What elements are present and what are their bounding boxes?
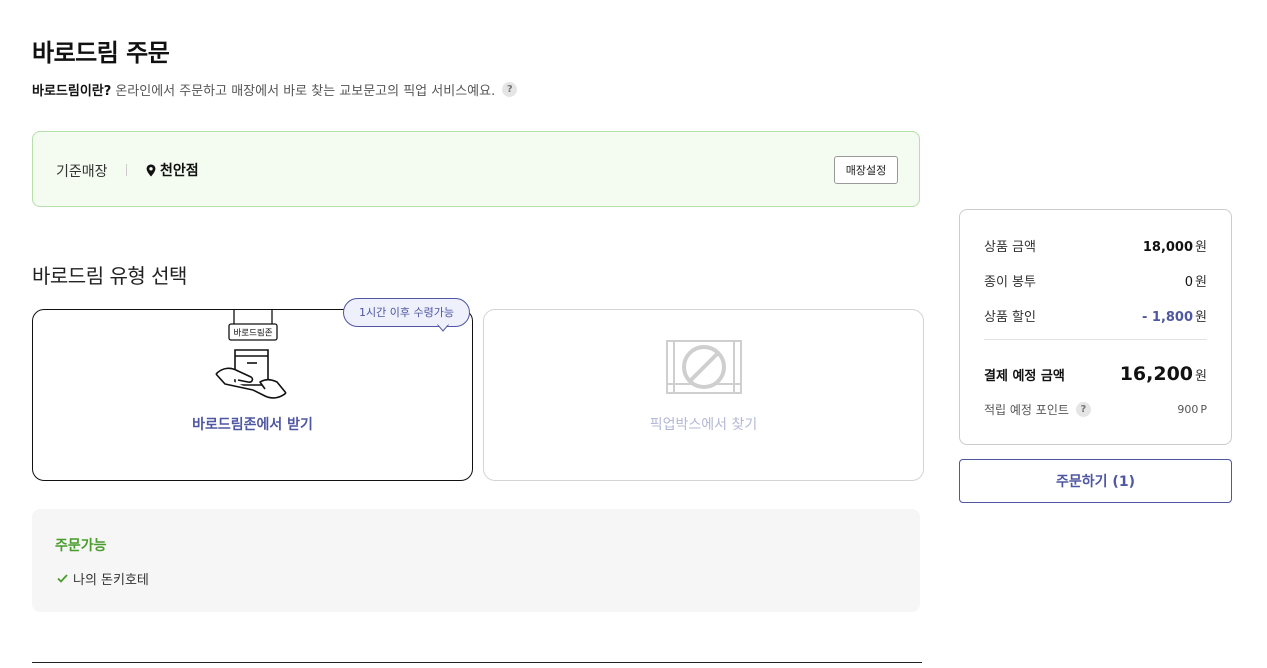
currency-unit: 원 — [1195, 275, 1207, 290]
order-button[interactable]: 주문하기 (1) — [959, 459, 1232, 503]
barodream-intro: 바로드림이란? 온라인에서 주문하고 매장에서 바로 찾는 교보문고의 픽업 서… — [32, 80, 518, 99]
pickup-option-barodream-zone[interactable]: 바로드림존 바로드림존에서 받기 — [32, 309, 473, 481]
product-amount: 18,000 — [1142, 240, 1194, 255]
summary-row-points: 적립 예정 포인트 ? 900 P — [984, 401, 1207, 418]
option-label: 바로드림존에서 받기 — [192, 417, 313, 433]
total-amount: 16,200 — [1119, 363, 1194, 385]
barodream-zone-icon: 바로드림존 — [215, 310, 287, 399]
store-name-text: 천안점 — [160, 163, 199, 179]
intro-bold: 바로드림이란? — [32, 84, 112, 99]
summary-label: 적립 예정 포인트 — [984, 403, 1069, 417]
summary-row-total: 결제 예정 금액 16,200 원 — [984, 363, 1207, 385]
section-divider — [32, 662, 922, 663]
store-label: 기준매장 — [56, 164, 108, 180]
currency-unit: 원 — [1195, 310, 1207, 325]
pickup-option-pickup-box[interactable]: 픽업박스에서 찾기 — [483, 309, 924, 481]
pickup-box-disabled-icon — [666, 340, 742, 394]
list-item: 나의 돈키호테 — [57, 569, 149, 588]
reference-store-box: 기준매장 천안점 매장설정 — [32, 131, 920, 207]
available-book-title: 나의 돈키호테 — [73, 573, 149, 588]
pickup-type-title: 바로드림 유형 선택 — [32, 264, 187, 288]
summary-row-discount: 상품 할인 - 1,800 원 — [984, 306, 1207, 325]
store-settings-button[interactable]: 매장설정 — [834, 156, 898, 184]
bag-amount: 0 — [1184, 275, 1194, 290]
store-divider — [126, 164, 127, 176]
check-icon — [57, 574, 68, 583]
summary-divider — [984, 339, 1207, 340]
discount-amount: - 1,800 — [1141, 310, 1194, 325]
summary-row-product-amount: 상품 금액 18,000 원 — [984, 236, 1207, 255]
pickup-time-tooltip: 1시간 이후 수령가능 — [343, 298, 470, 327]
store-name: 천안점 — [146, 160, 199, 180]
option-label: 픽업박스에서 찾기 — [649, 417, 758, 433]
page-title: 바로드림 주문 — [32, 39, 170, 67]
order-summary: 상품 금액 18,000 원 종이 봉투 0원 상품 할인 - 1,800 원 결제… — [959, 209, 1232, 445]
summary-label: 종이 봉투 — [984, 275, 1036, 290]
summary-label: 상품 할인 — [984, 310, 1036, 325]
points-amount: 900 — [1177, 403, 1199, 416]
zone-sign-text: 바로드림존 — [233, 328, 272, 339]
help-icon[interactable]: ? — [502, 82, 518, 97]
summary-label: 상품 금액 — [984, 240, 1036, 255]
location-pin-icon — [146, 164, 156, 176]
help-icon[interactable]: ? — [1075, 402, 1091, 417]
availability-title: 주문가능 — [55, 538, 107, 554]
summary-row-paper-bag: 종이 봉투 0원 — [984, 271, 1207, 290]
tooltip-tail — [437, 324, 449, 332]
currency-unit: 원 — [1195, 240, 1207, 255]
currency-unit: 원 — [1195, 369, 1207, 384]
availability-box: 주문가능 나의 돈키호테 — [32, 509, 920, 612]
intro-text: 온라인에서 주문하고 매장에서 바로 찾는 교보문고의 픽업 서비스예요. — [115, 84, 496, 99]
summary-label: 결제 예정 금액 — [984, 368, 1065, 384]
points-unit: P — [1200, 403, 1207, 416]
